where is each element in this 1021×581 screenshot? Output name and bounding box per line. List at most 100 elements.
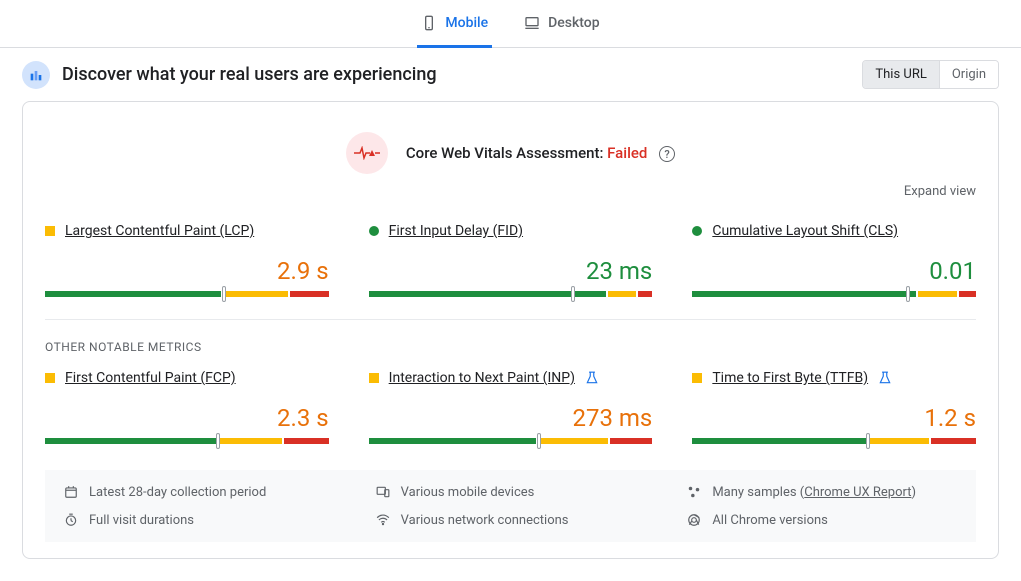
footer-period-text: Latest 28-day collection period [89, 485, 266, 500]
bar-marker [222, 286, 226, 302]
metric-head: First Contentful Paint (FCP) [45, 370, 329, 386]
bar-seg-poor [610, 438, 652, 444]
bar-seg-ni [918, 291, 957, 297]
metric-value: 1.2 s [692, 404, 976, 432]
footer-samples-text: Many samples (Chrome UX Report) [712, 485, 916, 500]
metric-name-link[interactable]: First Input Delay (FID) [389, 223, 523, 239]
metric-value: 2.9 s [45, 257, 329, 285]
footer-devices-text: Various mobile devices [401, 485, 535, 500]
footer-versions-text: All Chrome versions [712, 513, 828, 528]
bar-seg-poor [638, 291, 652, 297]
footer-versions: All Chrome versions [686, 512, 958, 528]
assessment-text: Core Web Vitals Assessment: Failed ? [406, 144, 675, 163]
other-metrics-grid: First Contentful Paint (FCP) 2.3 s Inter… [23, 360, 998, 460]
scope-toggle: This URL Origin [862, 60, 999, 89]
footer-durations-text: Full visit durations [89, 513, 194, 528]
metric-distribution-bar [45, 438, 329, 444]
tab-desktop-label: Desktop [548, 15, 599, 31]
crux-report-link[interactable]: Chrome UX Report [804, 485, 911, 500]
bar-seg-ni [608, 291, 636, 297]
assessment-status: Failed [607, 144, 647, 162]
core-metrics-grid: Largest Contentful Paint (LCP) 2.9 s Fir… [23, 213, 998, 313]
scatter-icon [686, 484, 702, 500]
desktop-icon [524, 15, 540, 31]
metric-name-link[interactable]: Time to First Byte (TTFB) [712, 370, 868, 386]
metric-value: 23 ms [369, 257, 653, 285]
metric-card: First Contentful Paint (FCP) 2.3 s [45, 360, 329, 460]
bar-marker [216, 433, 220, 449]
metric-card: Largest Contentful Paint (LCP) 2.9 s [45, 213, 329, 313]
pulse-fail-icon [346, 132, 388, 174]
tab-mobile-label: Mobile [445, 15, 488, 31]
status-dot-icon [692, 226, 702, 236]
flask-icon [878, 371, 892, 385]
wifi-icon [375, 512, 391, 528]
footer-box: Latest 28-day collection period Various … [45, 470, 976, 542]
metric-card: Interaction to Next Paint (INP) 273 ms [369, 360, 653, 460]
calendar-icon [63, 484, 79, 500]
bar-seg-ni [218, 438, 282, 444]
expand-view-link[interactable]: Expand view [23, 184, 998, 213]
status-square-icon [45, 226, 55, 236]
metric-head: Cumulative Layout Shift (CLS) [692, 223, 976, 239]
metric-name-link[interactable]: First Contentful Paint (FCP) [65, 370, 236, 386]
bar-seg-poor [959, 291, 976, 297]
footer-devices: Various mobile devices [375, 484, 647, 500]
bar-seg-poor [284, 438, 329, 444]
bar-seg-poor [931, 438, 976, 444]
metric-value: 0.01 [692, 257, 976, 285]
smartphone-icon [421, 15, 437, 31]
scope-origin-button[interactable]: Origin [939, 61, 998, 88]
assessment-row: Core Web Vitals Assessment: Failed ? [23, 102, 998, 184]
bar-marker [537, 433, 541, 449]
status-square-icon [45, 373, 55, 383]
metric-distribution-bar [369, 291, 653, 297]
bar-marker [866, 433, 870, 449]
other-metrics-label: OTHER NOTABLE METRICS [23, 320, 998, 360]
device-tabs: Mobile Desktop [0, 0, 1021, 48]
metric-distribution-bar [369, 438, 653, 444]
status-square-icon [692, 373, 702, 383]
bar-seg-good [692, 438, 865, 444]
footer-period: Latest 28-day collection period [63, 484, 335, 500]
bar-seg-good [369, 438, 537, 444]
devices-icon [375, 484, 391, 500]
footer-networks: Various network connections [375, 512, 647, 528]
bar-seg-ni [868, 438, 930, 444]
tab-desktop[interactable]: Desktop [520, 1, 603, 48]
bar-seg-good [45, 438, 216, 444]
bar-seg-poor [290, 291, 329, 297]
tab-mobile[interactable]: Mobile [417, 1, 492, 48]
metric-head: Time to First Byte (TTFB) [692, 370, 976, 386]
header-row: Discover what your real users are experi… [0, 48, 1021, 101]
help-icon[interactable]: ? [659, 146, 675, 162]
metric-name-link[interactable]: Interaction to Next Paint (INP) [389, 370, 575, 386]
scope-this-url-button[interactable]: This URL [863, 61, 938, 88]
metric-name-link[interactable]: Cumulative Layout Shift (CLS) [712, 223, 898, 239]
bar-marker [906, 286, 910, 302]
footer-samples: Many samples (Chrome UX Report) [686, 484, 958, 500]
metric-card: Cumulative Layout Shift (CLS) 0.01 [692, 213, 976, 313]
metric-name-link[interactable]: Largest Contentful Paint (LCP) [65, 223, 254, 239]
assessment-label: Core Web Vitals Assessment: [406, 144, 607, 162]
metric-distribution-bar [692, 438, 976, 444]
metric-value: 273 ms [369, 404, 653, 432]
bar-seg-good [692, 291, 916, 297]
bar-seg-good [45, 291, 221, 297]
metric-head: Largest Contentful Paint (LCP) [45, 223, 329, 239]
metric-head: First Input Delay (FID) [369, 223, 653, 239]
bar-seg-ni [538, 438, 608, 444]
metric-value: 2.3 s [45, 404, 329, 432]
metric-distribution-bar [45, 291, 329, 297]
metric-distribution-bar [692, 291, 976, 297]
metric-card: First Input Delay (FID) 23 ms [369, 213, 653, 313]
header-left: Discover what your real users are experi… [22, 61, 437, 89]
field-data-card: Core Web Vitals Assessment: Failed ? Exp… [22, 101, 999, 559]
metric-head: Interaction to Next Paint (INP) [369, 370, 653, 386]
footer-durations: Full visit durations [63, 512, 335, 528]
bar-marker [571, 286, 575, 302]
status-dot-icon [369, 226, 379, 236]
discover-icon [22, 61, 50, 89]
flask-icon [585, 371, 599, 385]
footer-networks-text: Various network connections [401, 513, 569, 528]
